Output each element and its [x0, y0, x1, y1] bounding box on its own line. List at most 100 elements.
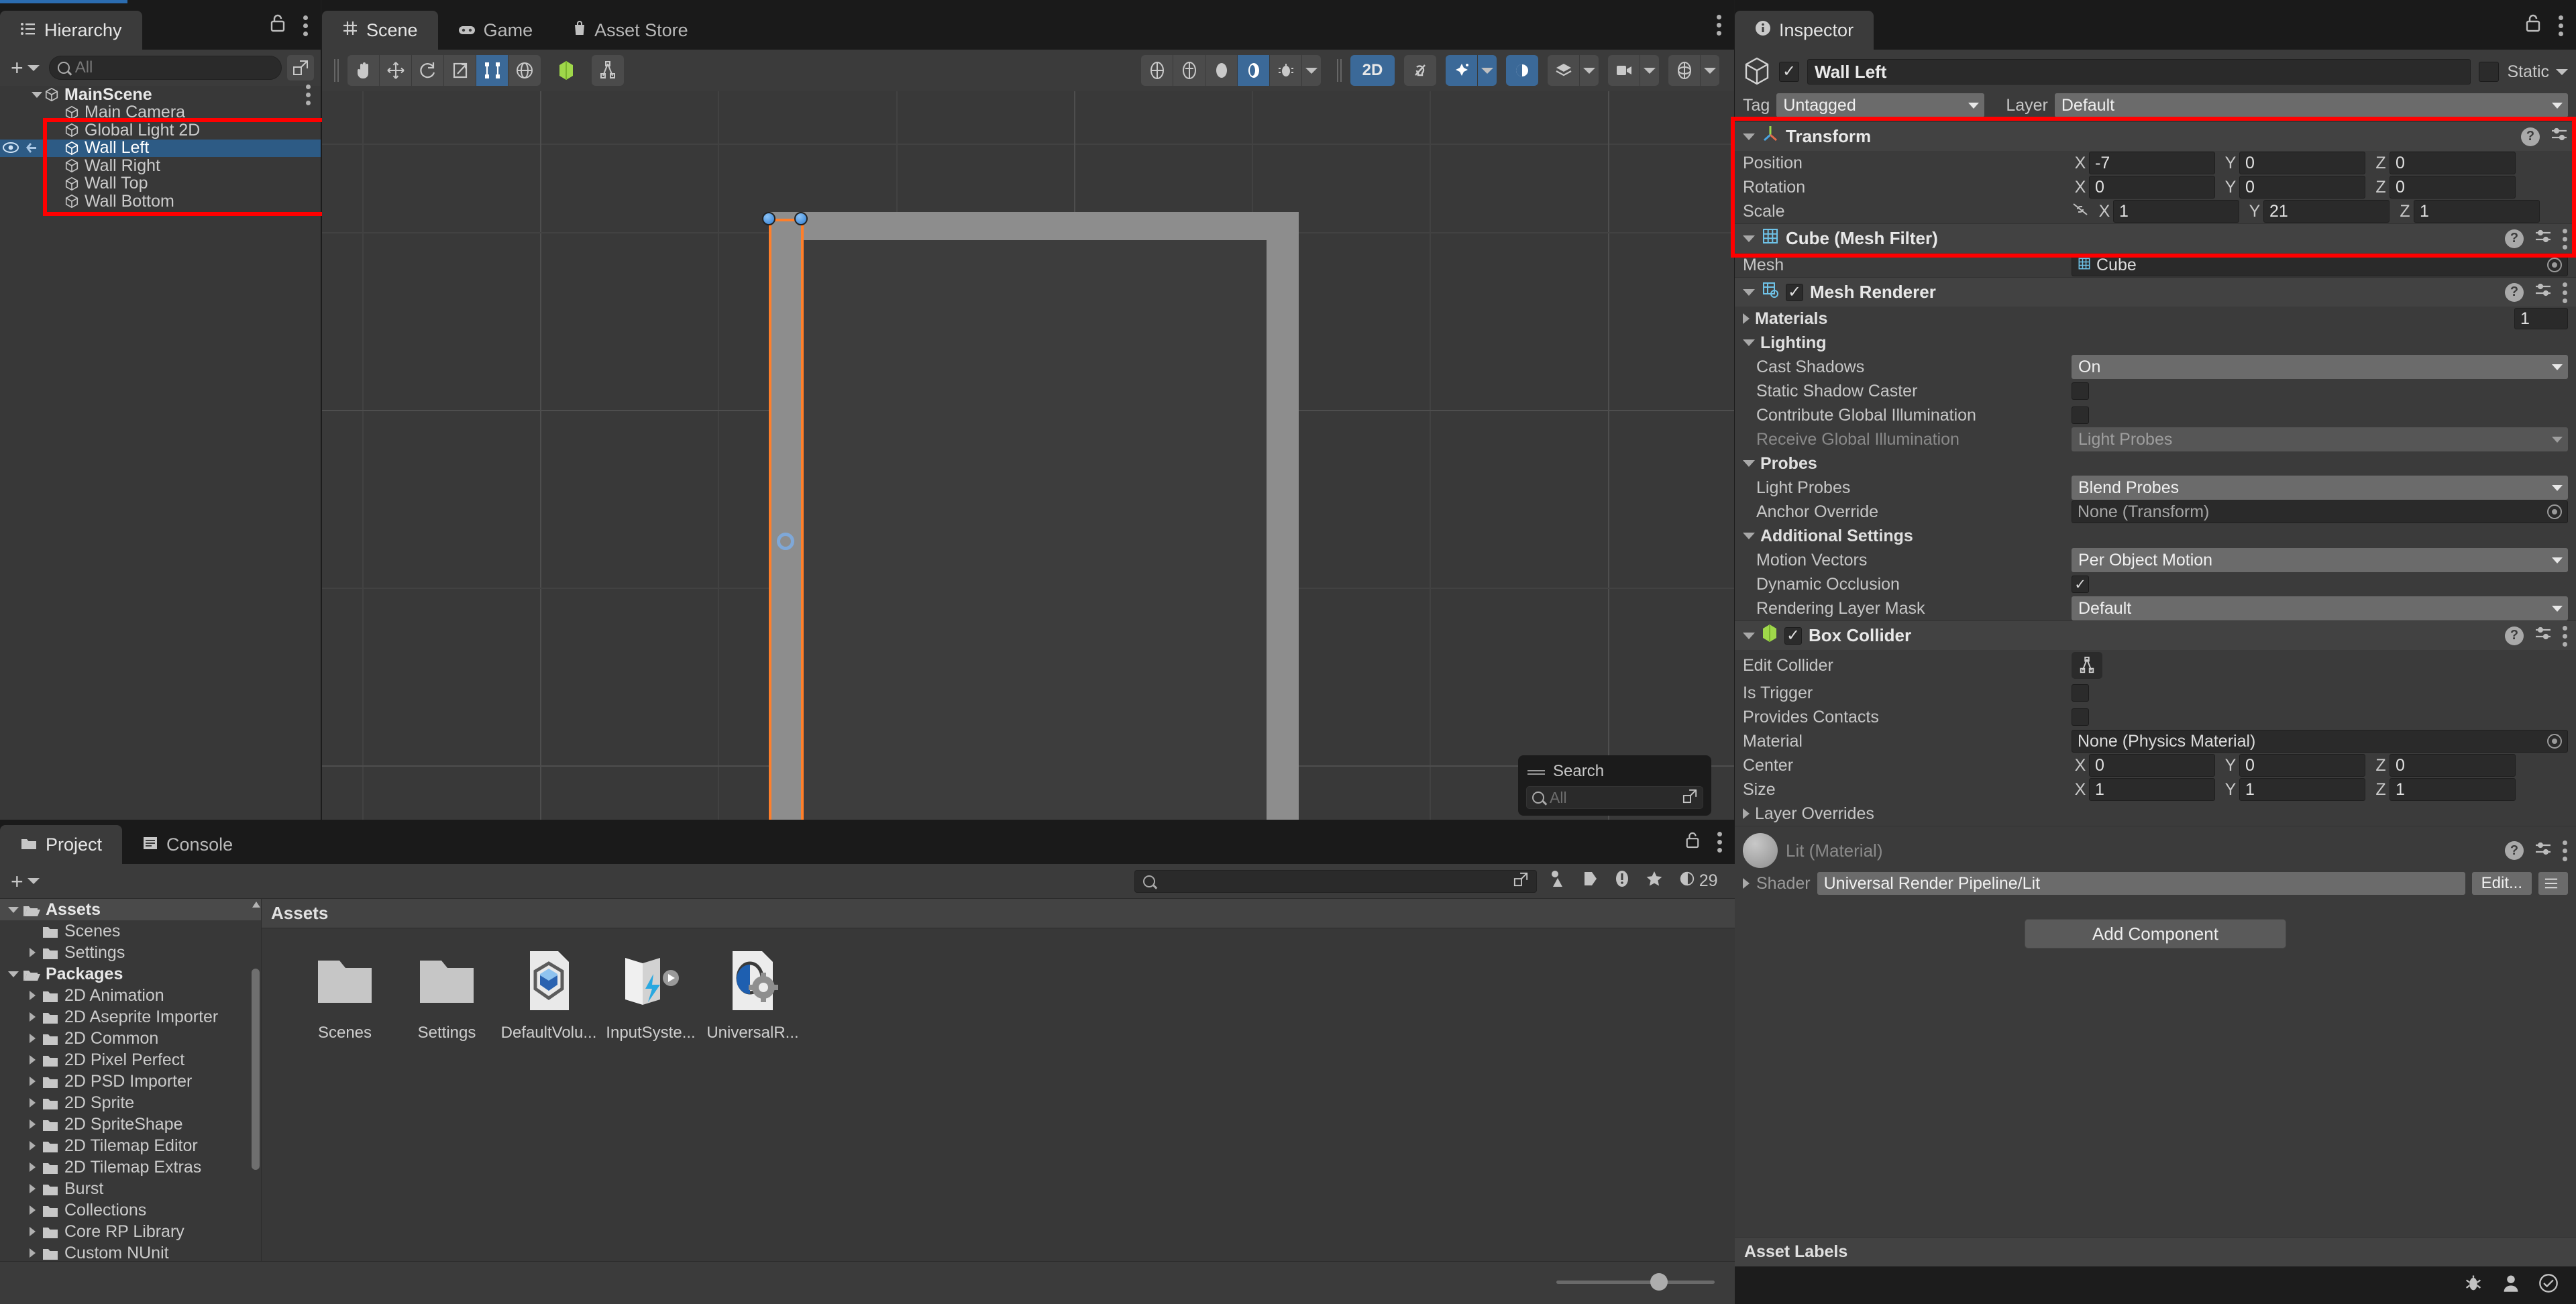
transform-rotation-y-input[interactable]: 0	[2239, 176, 2365, 199]
box-collider-component-header[interactable]: Box Collider ?	[1735, 620, 2576, 650]
hierarchy-item-wall-right[interactable]: Wall Right	[0, 156, 321, 175]
collapse-arrow-icon[interactable]	[4, 906, 23, 913]
dynamic-occlusion-checkbox[interactable]	[2072, 576, 2089, 593]
lock-icon[interactable]	[2525, 13, 2541, 37]
scene-layers-dropdown[interactable]	[1580, 55, 1599, 86]
expand-arrow-icon[interactable]	[30, 91, 44, 98]
box-collider-foldout-icon[interactable]	[1743, 632, 1755, 639]
asset-labels-section[interactable]: Asset Labels	[1735, 1237, 2576, 1266]
project-search-input[interactable]	[1134, 869, 1537, 893]
fx-dropdown[interactable]	[1478, 55, 1497, 86]
transform-scale-x-input[interactable]: 1	[2113, 200, 2239, 223]
project-tree-scrollbar[interactable]	[252, 902, 260, 1301]
link-off-icon[interactable]	[2072, 202, 2089, 221]
filter-type-icon[interactable]	[1549, 869, 1566, 893]
transform-position-x-input[interactable]: -7	[2089, 152, 2215, 174]
static-dropdown-icon[interactable]	[2556, 68, 2568, 75]
physics-material-field[interactable]: None (Physics Material)	[2072, 730, 2568, 753]
scene-menu-icon[interactable]	[1717, 13, 1722, 36]
expand-arrow-icon[interactable]	[23, 948, 42, 957]
collider-size-z-input[interactable]: 1	[2390, 778, 2516, 801]
shader-variants-button[interactable]	[2538, 872, 2568, 895]
mesh-filter-component-header[interactable]: Cube (Mesh Filter) ?	[1735, 223, 2576, 253]
transform-foldout-icon[interactable]	[1743, 133, 1755, 140]
probes-group[interactable]: Probes	[1735, 451, 2576, 476]
tab-scene[interactable]: Scene	[322, 11, 438, 50]
scene-camera-dropdown[interactable]	[1640, 55, 1659, 86]
transform-rotation-x-input[interactable]: 0	[2089, 176, 2215, 199]
expand-arrow-icon[interactable]	[23, 1162, 42, 1172]
scene-layers-button[interactable]	[1548, 55, 1580, 86]
gameobject-enabled-checkbox[interactable]	[1779, 62, 1799, 82]
search-expand-icon[interactable]	[1682, 787, 1697, 808]
collider-center-x-input[interactable]: 0	[2089, 754, 2215, 777]
mesh-renderer-enabled-checkbox[interactable]	[1786, 283, 1803, 301]
lighting-group[interactable]: Lighting	[1735, 331, 2576, 355]
assets-zoom-knob[interactable]	[1650, 1273, 1668, 1291]
layer-dropdown[interactable]: Default	[2054, 93, 2568, 117]
hierarchy-search-expand-button[interactable]	[287, 55, 314, 80]
tab-console[interactable]: Console	[122, 825, 253, 864]
collider-edit-tool-button[interactable]	[592, 55, 624, 86]
project-menu-icon[interactable]	[1717, 830, 1723, 853]
tag-dropdown[interactable]: Untagged	[1776, 93, 1985, 117]
rect-handle-top-right[interactable]	[794, 212, 808, 225]
transform-scale-y-input[interactable]: 21	[2263, 200, 2390, 223]
project-tree-item-2d-aseprite-importer[interactable]: 2D Aseprite Importer	[0, 1006, 261, 1028]
transform-position-z-input[interactable]: 0	[2390, 152, 2516, 174]
transform-tool-button[interactable]	[508, 55, 541, 86]
tab-hierarchy[interactable]: Hierarchy	[0, 11, 142, 50]
static-checkbox[interactable]	[2479, 62, 2500, 82]
preset-icon[interactable]	[2551, 126, 2568, 147]
handle-local-button[interactable]	[1238, 55, 1270, 86]
is-trigger-checkbox[interactable]	[2072, 684, 2089, 702]
material-foldout-icon[interactable]	[1743, 878, 1750, 889]
toggle-scene-lighting-button[interactable]	[1404, 55, 1436, 86]
expand-arrow-icon[interactable]	[23, 1205, 42, 1215]
collider-size-y-input[interactable]: 1	[2239, 778, 2365, 801]
transform-scale-z-input[interactable]: 1	[2414, 200, 2540, 223]
scene-camera-button[interactable]	[1608, 55, 1640, 86]
mesh-filter-foldout-icon[interactable]	[1743, 235, 1755, 242]
collider-center-y-input[interactable]: 0	[2239, 754, 2365, 777]
rect-tool-button[interactable]	[476, 55, 508, 86]
project-tree-item-scenes[interactable]: Scenes	[0, 920, 261, 942]
pivot-pivot-button[interactable]	[1173, 55, 1205, 86]
materials-foldout-icon[interactable]	[1743, 313, 1750, 324]
filter-warning-icon[interactable]	[1615, 869, 1629, 893]
component-menu-icon[interactable]	[2563, 281, 2568, 304]
edit-collider-button[interactable]	[2072, 652, 2102, 679]
pivot-handle[interactable]	[777, 533, 794, 550]
asset-item[interactable]: DefaultVolu...	[498, 947, 600, 1042]
help-icon[interactable]: ?	[2505, 282, 2524, 302]
project-tree-item-2d-pixel-perfect[interactable]: 2D Pixel Perfect	[0, 1049, 261, 1071]
debug-draw-button[interactable]	[1270, 55, 1302, 86]
expand-arrow-icon[interactable]	[23, 1012, 42, 1022]
expand-arrow-icon[interactable]	[23, 1077, 42, 1086]
expand-arrow-icon[interactable]	[23, 1034, 42, 1043]
transform-component-header[interactable]: Transform ?	[1735, 121, 2576, 151]
expand-arrow-icon[interactable]	[23, 1248, 42, 1258]
toggle-fx-button[interactable]	[1446, 55, 1478, 86]
project-tree-item-2d-sprite[interactable]: 2D Sprite	[0, 1092, 261, 1113]
mesh-renderer-component-header[interactable]: Mesh Renderer ?	[1735, 277, 2576, 307]
project-search-expand-icon[interactable]	[1513, 871, 1528, 891]
hand-pick-icon[interactable]	[24, 138, 39, 158]
favorites-star-icon[interactable]	[1646, 870, 1663, 892]
provides-contacts-checkbox[interactable]	[2072, 708, 2089, 726]
project-tree-item-2d-animation[interactable]: 2D Animation	[0, 985, 261, 1006]
tab-project[interactable]: Project	[0, 825, 123, 864]
collapse-arrow-icon[interactable]	[4, 971, 23, 977]
lock-icon[interactable]	[1685, 831, 1700, 853]
gizmos-button[interactable]	[1668, 55, 1701, 86]
move-tool-button[interactable]	[380, 55, 412, 86]
project-tree-item-core-rp-library[interactable]: Core RP Library	[0, 1221, 261, 1242]
materials-row[interactable]: Materials 1	[1735, 307, 2576, 331]
additional-settings-group[interactable]: Additional Settings	[1735, 524, 2576, 548]
anchor-override-field[interactable]: None (Transform)	[2072, 500, 2568, 523]
expand-arrow-icon[interactable]	[23, 1141, 42, 1150]
probes-foldout-icon[interactable]	[1743, 460, 1755, 467]
collab-icon[interactable]	[2501, 1273, 2521, 1298]
toolbar-drag-handle[interactable]	[334, 59, 341, 82]
hierarchy-item-wall-left[interactable]: Wall Left	[0, 138, 321, 158]
